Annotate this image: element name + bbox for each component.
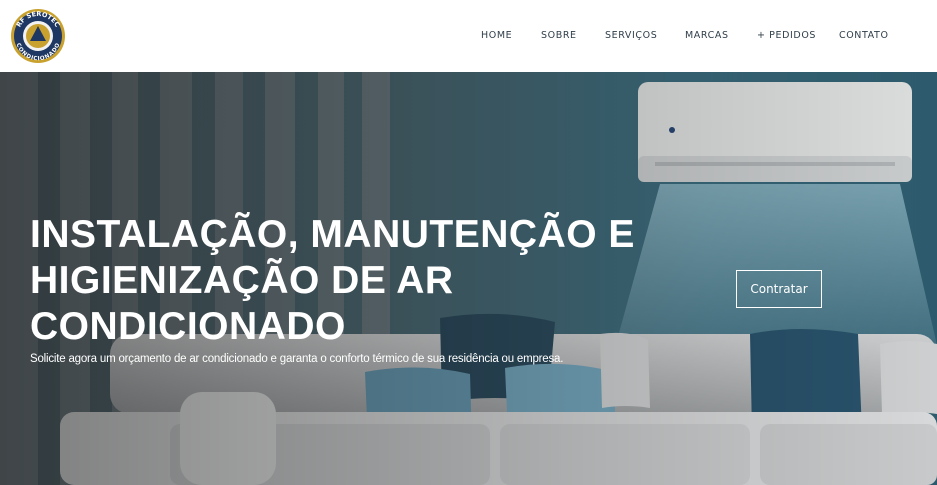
hero-subtitle: Solicite agora um orçamento de ar condic… <box>30 353 564 365</box>
hero-title-line-1: INSTALAÇÃO, MANUTENÇÃO E <box>30 213 635 256</box>
nav-item-marcas[interactable]: MARCAS <box>685 30 729 41</box>
hero-title: INSTALAÇÃO, MANUTENÇÃO E HIGIENIZAÇÃO DE… <box>30 212 730 350</box>
nav-item-pedidos[interactable]: + PEDIDOS <box>757 30 816 41</box>
nav-item-servicos[interactable]: SERVIÇOS <box>605 30 657 41</box>
site-header: RF SEROTEC CONDICIONADO HOME SOBRE SERVI… <box>0 0 937 72</box>
nav-item-home[interactable]: HOME <box>481 30 512 41</box>
hero-title-line-3: CONDICIONADO <box>30 305 346 348</box>
main-nav: HOME SOBRE SERVIÇOS MARCAS + PEDIDOS CON… <box>0 30 937 44</box>
nav-item-sobre[interactable]: SOBRE <box>541 30 577 41</box>
contratar-button[interactable]: Contratar <box>736 270 822 308</box>
hero-section: INSTALAÇÃO, MANUTENÇÃO E HIGIENIZAÇÃO DE… <box>0 72 937 485</box>
nav-item-contato[interactable]: CONTATO <box>839 30 889 41</box>
hero-title-line-2: HIGIENIZAÇÃO DE AR <box>30 259 454 302</box>
